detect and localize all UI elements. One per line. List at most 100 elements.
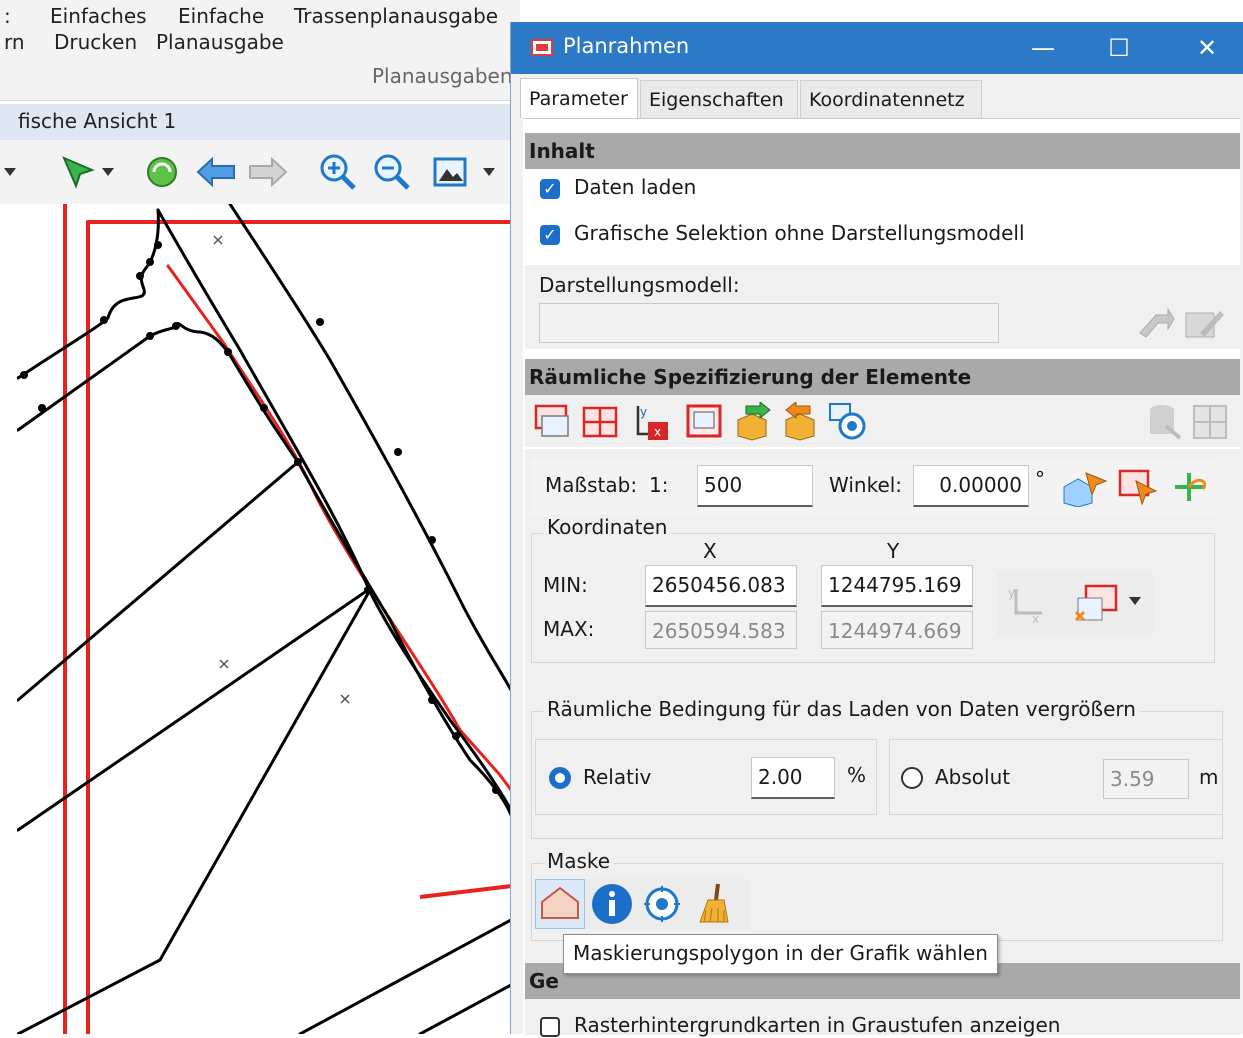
- winkel-input[interactable]: 0.00000: [913, 465, 1029, 507]
- target-frame-icon[interactable]: [827, 401, 869, 443]
- graphic-canvas[interactable]: [16, 202, 530, 1036]
- absolut-label: Absolut: [935, 765, 1011, 789]
- dropdown-arrow-icon[interactable]: [0, 152, 20, 192]
- maske-toolbar: [535, 879, 749, 929]
- absolut-radio[interactable]: [901, 767, 923, 789]
- ribbon-item-rn: rn: [4, 30, 25, 54]
- mask-polygon-icon[interactable]: [535, 879, 585, 929]
- raster-graustufen-checkbox[interactable]: [540, 1017, 560, 1037]
- max-label: MAX:: [543, 617, 595, 641]
- forward-arrow-icon: [248, 152, 288, 192]
- column-y-header: Y: [887, 539, 900, 563]
- pick-frame-icon[interactable]: [1115, 465, 1161, 509]
- back-arrow-icon[interactable]: [196, 152, 236, 192]
- daten-laden-checkbox[interactable]: ✓: [540, 179, 560, 199]
- refresh-icon[interactable]: [142, 152, 182, 192]
- disabled-axes-icon: yx: [1005, 581, 1047, 625]
- edit-model-icon: [1181, 303, 1227, 343]
- close-button[interactable]: ✕: [1179, 26, 1235, 70]
- info-icon[interactable]: [589, 881, 635, 927]
- column-x-header: X: [703, 539, 717, 563]
- svg-text:y: y: [1008, 586, 1015, 600]
- svg-text:x: x: [1032, 612, 1039, 623]
- darstellungsmodell-field[interactable]: [539, 303, 999, 343]
- disabled-grid-icon: [1189, 401, 1231, 443]
- frame-grid-icon[interactable]: [579, 401, 621, 443]
- ribbon-item-fragment: :: [4, 4, 11, 28]
- max-y-field: 1244974.669: [821, 611, 973, 649]
- coordinate-axes-icon[interactable]: yx: [629, 401, 671, 443]
- section-inhalt-header: Inhalt: [525, 133, 1240, 169]
- frame-zoom-icon[interactable]: [683, 401, 725, 443]
- assign-model-icon: [1135, 303, 1177, 343]
- tab-koordinatennetz[interactable]: Koordinatennetz: [800, 80, 982, 118]
- dialog-titlebar[interactable]: Planrahmen — ☐ ✕: [511, 22, 1243, 74]
- ribbon-item-einfaches[interactable]: Einfaches: [50, 4, 147, 28]
- move-point-icon[interactable]: [1167, 465, 1211, 509]
- maske-legend: Maske: [543, 849, 615, 873]
- grafische-selektion-checkbox[interactable]: ✓: [540, 225, 560, 245]
- massstab-prefix: 1:: [649, 473, 669, 497]
- max-x-field: 2650594.583: [645, 611, 797, 649]
- planrahmen-dialog: Planrahmen — ☐ ✕ Parameter Eigenschaften…: [510, 22, 1243, 1037]
- raster-graustufen-label: Rasterhintergrundkarten in Graustufen an…: [574, 1013, 1061, 1037]
- chevron-down-icon[interactable]: [98, 152, 118, 192]
- frame-pick-icon[interactable]: [1071, 581, 1121, 625]
- darstellungsmodell-area: Darstellungsmodell:: [525, 265, 1240, 349]
- minimize-button[interactable]: —: [1015, 26, 1071, 70]
- disabled-db-icon: [1143, 401, 1185, 443]
- frame-select-icon[interactable]: [531, 401, 573, 443]
- chevron-down-icon[interactable]: [1125, 591, 1145, 611]
- winkel-label: Winkel:: [829, 473, 903, 497]
- bedingung-legend: Räumliche Bedingung für das Laden von Da…: [543, 697, 1140, 721]
- koordinaten-legend: Koordinaten: [543, 515, 672, 539]
- planrahmen-icon: [531, 37, 553, 61]
- coord-tools-panel: yx: [997, 571, 1153, 635]
- dialog-title: Planrahmen: [563, 34, 690, 58]
- view-tab[interactable]: fische Ansicht 1: [0, 104, 520, 141]
- min-y-input[interactable]: 1244795.169: [821, 565, 973, 607]
- select-cursor-icon[interactable]: [58, 152, 98, 192]
- cad-drawing: [16, 202, 530, 1036]
- view-toolbar: [0, 140, 510, 204]
- min-x-input[interactable]: 2650456.083: [645, 565, 797, 607]
- min-label: MIN:: [543, 573, 588, 597]
- maximize-button[interactable]: ☐: [1091, 26, 1147, 70]
- ribbon-group-label: Planausgaben: [372, 64, 513, 88]
- relativ-input[interactable]: 2.00: [751, 757, 835, 799]
- grafische-selektion-label: Grafische Selektion ohne Darstellungsmod…: [574, 221, 1025, 245]
- massstab-input[interactable]: 500: [697, 465, 813, 507]
- svg-text:x: x: [654, 425, 661, 439]
- pick-angle-icon[interactable]: [1059, 465, 1109, 509]
- view-tab-label: fische Ansicht 1: [18, 109, 177, 133]
- relativ-label: Relativ: [583, 765, 652, 789]
- absolut-field: 3.59: [1103, 759, 1189, 799]
- darstellungsmodell-label: Darstellungsmodell:: [539, 273, 740, 297]
- import-box-icon[interactable]: [731, 401, 773, 443]
- chevron-down-icon[interactable]: [478, 152, 500, 192]
- spatial-toolbar: yx: [525, 395, 1240, 447]
- svg-text:y: y: [640, 405, 647, 419]
- massstab-label: Maßstab:: [545, 473, 638, 497]
- zoom-in-icon[interactable]: [318, 152, 358, 192]
- ribbon-item-planausgabe[interactable]: Planausgabe: [156, 30, 284, 54]
- relativ-radio[interactable]: [549, 767, 571, 789]
- tab-parameter[interactable]: Parameter: [520, 78, 638, 118]
- absolut-unit: m: [1199, 765, 1219, 789]
- section-raeumliche-header: Räumliche Spezifizierung der Elemente: [525, 359, 1240, 395]
- ribbon: : Einfaches Einfache Trassenplanausgabe …: [0, 0, 520, 101]
- winkel-unit: °: [1035, 467, 1045, 491]
- ribbon-item-drucken[interactable]: Drucken: [54, 30, 137, 54]
- zoom-out-icon[interactable]: [372, 152, 412, 192]
- export-box-icon[interactable]: [779, 401, 821, 443]
- relativ-unit: %: [847, 763, 867, 787]
- ribbon-item-trassenplanausgabe[interactable]: Trassenplanausgabe: [294, 4, 498, 28]
- target-icon[interactable]: [639, 881, 685, 927]
- ribbon-item-einfache[interactable]: Einfache: [178, 4, 264, 28]
- parameter-panel: Inhalt ✓ Daten laden ✓ Grafische Selekti…: [523, 118, 1240, 1037]
- broom-icon[interactable]: [691, 881, 737, 927]
- zoom-extent-icon[interactable]: [430, 152, 470, 192]
- tab-eigenschaften[interactable]: Eigenschaften: [640, 80, 798, 118]
- mask-polygon-tooltip: Maskierungspolygon in der Grafik wählen: [563, 934, 998, 974]
- scale-angle-row: Maßstab: 1: 500 Winkel: 0.00000 °: [531, 459, 1215, 515]
